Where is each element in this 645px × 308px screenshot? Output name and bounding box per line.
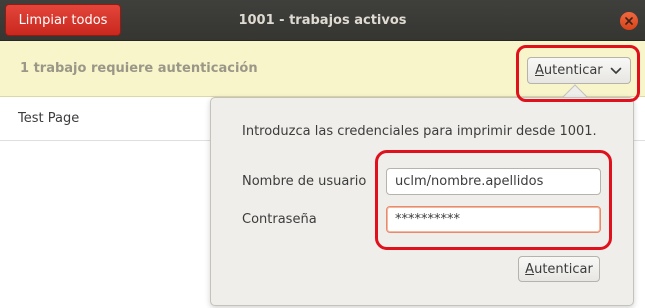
- authenticate-submit-label: Autenticar: [525, 261, 593, 277]
- auth-popover: Introduzca las credenciales para imprimi…: [210, 97, 634, 306]
- password-value: **********: [395, 212, 460, 227]
- auth-required-message: 1 trabajo requiere autenticación: [20, 61, 258, 76]
- auth-required-infobar: 1 trabajo requiere autenticación Autenti…: [0, 41, 645, 97]
- clear-all-label: Limpiar todos: [18, 12, 108, 28]
- authenticate-dropdown-button[interactable]: Autenticar: [527, 57, 631, 84]
- username-field[interactable]: uclm/nombre.apellidos: [386, 168, 601, 195]
- password-field[interactable]: **********: [386, 206, 601, 233]
- close-window-button[interactable]: [620, 12, 638, 30]
- authenticate-submit-button[interactable]: Autenticar: [518, 256, 600, 282]
- password-label: Contraseña: [242, 212, 317, 227]
- close-icon: [625, 17, 633, 25]
- header-bar: Limpiar todos 1001 - trabajos activos: [0, 0, 645, 41]
- username-value: uclm/nombre.apellidos: [395, 174, 544, 189]
- username-label: Nombre de usuario: [242, 174, 367, 189]
- authenticate-dropdown-label: Autenticar: [535, 63, 603, 78]
- auth-prompt: Introduzca las credenciales para imprimi…: [242, 124, 597, 139]
- job-name: Test Page: [18, 111, 80, 126]
- clear-all-button[interactable]: Limpiar todos: [5, 4, 121, 36]
- chevron-down-icon: [610, 67, 622, 74]
